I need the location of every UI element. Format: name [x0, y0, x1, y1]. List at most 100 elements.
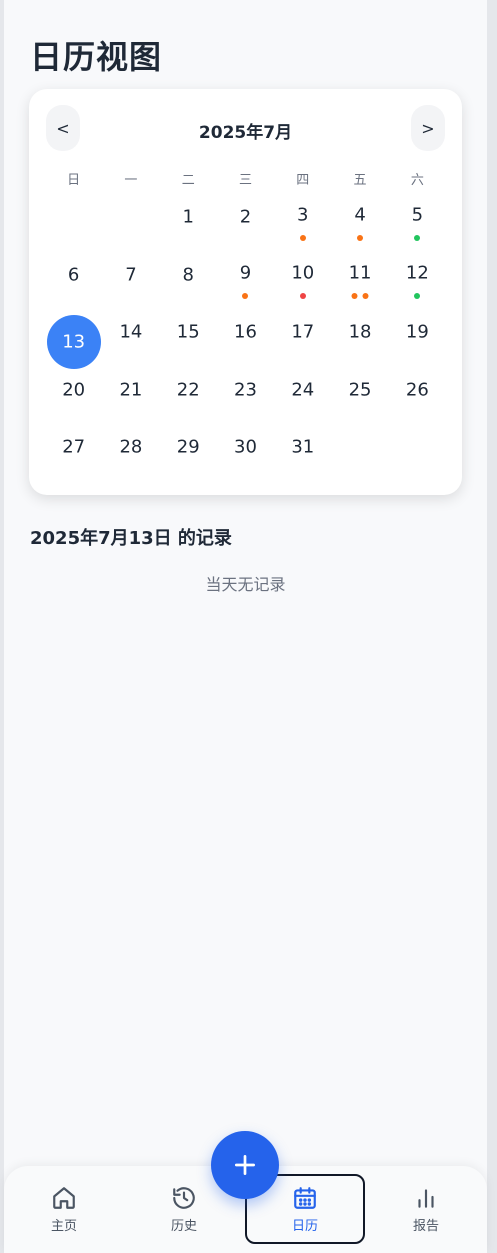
record-dot [414, 292, 421, 299]
month-label: 2025年7月 [198, 123, 293, 143]
record-dot [242, 292, 249, 299]
day-number: 26 [405, 379, 429, 400]
day-number: 20 [62, 379, 86, 400]
day-cell[interactable]: 30 [217, 427, 274, 485]
day-cell[interactable]: 14 [102, 312, 159, 370]
day-cell[interactable]: 23 [217, 370, 274, 428]
tab-label: 日历 [291, 1218, 318, 1234]
day-number: 27 [62, 436, 86, 458]
day-cell[interactable]: 24 [274, 370, 331, 428]
day-cell[interactable]: 1 [160, 197, 217, 255]
record-dots [414, 292, 421, 299]
weekday-label: 二 [181, 173, 195, 188]
day-cell[interactable]: 26 [389, 370, 446, 428]
record-dots [242, 292, 249, 299]
day-number: 1 [182, 206, 194, 228]
day-cell[interactable]: 16 [217, 312, 274, 370]
day-number: 3 [297, 204, 309, 226]
records-title: 2025年7月13日 的记录 [30, 528, 232, 549]
weekday-header: 日 一 二 三 四 五 六 [45, 169, 446, 188]
record-dots [299, 235, 306, 241]
day-cell[interactable]: 6 [45, 255, 102, 313]
day-number: 2 [239, 206, 252, 228]
day-cell[interactable]: 11 [331, 255, 388, 313]
day-cell[interactable]: 22 [160, 370, 217, 428]
day-number: 14 [119, 321, 143, 343]
weekday-label: 六 [410, 173, 424, 188]
day-number: 22 [176, 379, 200, 400]
day-cell[interactable]: 7 [102, 255, 159, 313]
home-icon [53, 1186, 75, 1209]
record-dots [357, 235, 364, 241]
day-number: 16 [234, 321, 257, 343]
day-cell[interactable]: 4 [331, 197, 388, 255]
day-number: 10 [291, 262, 315, 283]
tab-report[interactable]: 报告 [366, 1174, 486, 1244]
record-dot [357, 235, 364, 241]
day-cell[interactable]: 3 [274, 197, 331, 255]
tab-home[interactable]: 主页 [4, 1174, 124, 1244]
day-cell[interactable]: 15 [160, 312, 217, 370]
day-number: 25 [348, 379, 372, 400]
record-dot [362, 292, 369, 299]
day-cell[interactable]: 9 [217, 255, 274, 313]
empty-day-cell [102, 197, 159, 255]
record-dot [299, 235, 306, 241]
day-number: 6 [67, 264, 80, 285]
day-number: 19 [405, 321, 429, 343]
day-number: 9 [239, 262, 252, 283]
weekday-label: 一 [124, 173, 138, 188]
record-dots [414, 235, 421, 241]
bar-chart-icon [418, 1188, 434, 1208]
day-number: 29 [176, 436, 200, 458]
plus-icon [234, 1154, 256, 1176]
day-cell[interactable]: 28 [102, 427, 159, 485]
day-cell[interactable]: 29 [160, 427, 217, 485]
weekday-label: 日 [67, 173, 81, 188]
day-cell[interactable]: 17 [274, 312, 331, 370]
tab-label: 报告 [412, 1218, 439, 1234]
next-month-button[interactable]: > [411, 105, 445, 151]
day-number: 30 [234, 436, 257, 458]
day-number: 18 [348, 321, 372, 343]
day-number: 31 [291, 436, 315, 458]
record-dot [351, 292, 358, 299]
day-cell[interactable]: 27 [45, 427, 102, 485]
add-record-button[interactable] [211, 1131, 279, 1199]
history-icon [173, 1186, 195, 1209]
weekday-label: 五 [353, 173, 367, 188]
record-dots [351, 292, 369, 299]
day-cell[interactable]: 25 [331, 370, 388, 428]
day-cell[interactable]: 20 [45, 370, 102, 428]
day-cell[interactable]: 5 [389, 197, 446, 255]
day-cell[interactable]: 2 [217, 197, 274, 255]
selected-day-cell[interactable]: 13 [45, 312, 102, 370]
day-number: 21 [119, 379, 143, 400]
day-cell[interactable]: 8 [160, 255, 217, 313]
day-number: 15 [176, 321, 200, 343]
day-number: 7 [125, 264, 137, 285]
tab-label: 主页 [50, 1218, 77, 1234]
calendar-card: < 2025年7月 > 日 一 二 三 四 五 六 1 2 3 4 5 6 7 8 9 10 11 1… [29, 89, 462, 495]
day-cell[interactable]: 10 [274, 255, 331, 313]
record-dot [414, 235, 421, 241]
day-number: 4 [354, 204, 366, 226]
record-dots [299, 292, 306, 299]
day-number: 13 [62, 331, 86, 353]
day-cell[interactable]: 21 [102, 370, 159, 428]
empty-records-text: 当天无记录 [205, 575, 286, 594]
tab-label: 历史 [170, 1218, 197, 1234]
day-cell[interactable]: 18 [331, 312, 388, 370]
day-cell[interactable]: 12 [389, 255, 446, 313]
day-number: 24 [291, 379, 315, 400]
day-cell[interactable]: 31 [274, 427, 331, 485]
day-number: 23 [234, 379, 257, 400]
empty-day-cell [45, 197, 102, 255]
record-dot [299, 292, 306, 299]
weekday-label: 三 [238, 173, 252, 188]
page-title: 日历视图 [30, 38, 163, 76]
app-screen: 日历视图 < 2025年7月 > 日 一 二 三 四 五 六 123456789… [4, 0, 487, 1253]
day-number: 28 [119, 436, 143, 458]
day-cell[interactable]: 19 [389, 312, 446, 370]
day-number: 11 [348, 262, 372, 283]
